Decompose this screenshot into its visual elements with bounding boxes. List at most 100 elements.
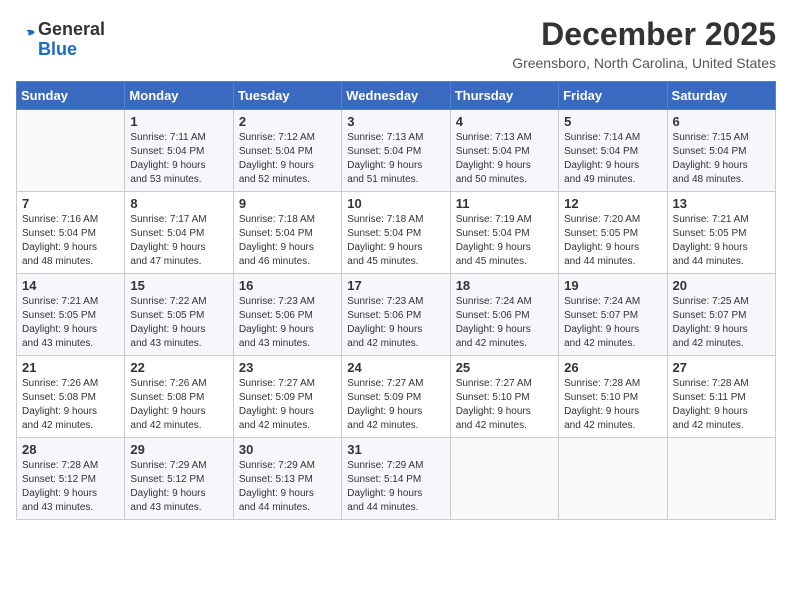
day-info: Sunrise: 7:26 AM Sunset: 5:08 PM Dayligh… bbox=[22, 377, 119, 433]
calendar-cell: 10 Sunrise: 7:18 AM Sunset: 5:04 PM Dayli… bbox=[342, 192, 450, 274]
day-number: 7 bbox=[22, 196, 119, 211]
day-info: Sunrise: 7:26 AM Sunset: 5:08 PM Dayligh… bbox=[130, 377, 227, 433]
calendar-cell: 4Sunrise: 7:13 AM Sunset: 5:04 PM Daylig… bbox=[450, 110, 558, 192]
day-info: Sunrise: 7:23 AM Sunset: 5:06 PM Dayligh… bbox=[239, 295, 336, 351]
day-info: Sunrise: 7:21 AM Sunset: 5:05 PM Dayligh… bbox=[673, 213, 770, 269]
week-row-3: 14 Sunrise: 7:21 AM Sunset: 5:05 PM Dayli… bbox=[17, 274, 776, 356]
day-info: Sunrise: 7:29 AM Sunset: 5:14 PM Dayligh… bbox=[347, 459, 444, 515]
day-info: Sunrise: 7:29 AM Sunset: 5:12 PM Dayligh… bbox=[130, 459, 227, 515]
day-info: Sunrise: 7:27 AM Sunset: 5:09 PM Dayligh… bbox=[347, 377, 444, 433]
calendar-cell: 1 Sunrise: 7:11 AM Sunset: 5:04 PM Daylig… bbox=[125, 110, 233, 192]
weekday-header-row: SundayMondayTuesdayWednesdayThursdayFrid… bbox=[17, 82, 776, 110]
day-info: Sunrise: 7:17 AM Sunset: 5:04 PM Dayligh… bbox=[130, 213, 227, 269]
week-row-5: 28 Sunrise: 7:28 AM Sunset: 5:12 PM Dayli… bbox=[17, 438, 776, 520]
calendar-cell: 5 Sunrise: 7:14 AM Sunset: 5:04 PM Daylig… bbox=[559, 110, 667, 192]
day-info: Sunrise: 7:22 AM Sunset: 5:05 PM Dayligh… bbox=[130, 295, 227, 351]
day-info: Sunrise: 7:13 AM Sunset: 5:04 PM Dayligh… bbox=[347, 131, 444, 187]
location-subtitle: Greensboro, North Carolina, United State… bbox=[512, 55, 776, 71]
weekday-header-thursday: Thursday bbox=[450, 82, 558, 110]
day-number: 6 bbox=[673, 114, 770, 129]
day-info: Sunrise: 7:27 AM Sunset: 5:10 PM Dayligh… bbox=[456, 377, 553, 433]
day-number: 16 bbox=[239, 278, 336, 293]
calendar-cell: 9 Sunrise: 7:18 AM Sunset: 5:04 PM Daylig… bbox=[233, 192, 341, 274]
day-number: 2 bbox=[239, 114, 336, 129]
day-info: Sunrise: 7:21 AM Sunset: 5:05 PM Dayligh… bbox=[22, 295, 119, 351]
weekday-header-monday: Monday bbox=[125, 82, 233, 110]
day-number: 18 bbox=[456, 278, 553, 293]
calendar-cell: 20Sunrise: 7:25 AM Sunset: 5:07 PM Dayli… bbox=[667, 274, 775, 356]
day-info: Sunrise: 7:29 AM Sunset: 5:13 PM Dayligh… bbox=[239, 459, 336, 515]
day-info: Sunrise: 7:27 AM Sunset: 5:09 PM Dayligh… bbox=[239, 377, 336, 433]
day-number: 9 bbox=[239, 196, 336, 211]
day-info: Sunrise: 7:15 AM Sunset: 5:04 PM Dayligh… bbox=[673, 131, 770, 187]
day-number: 26 bbox=[564, 360, 661, 375]
day-number: 14 bbox=[22, 278, 119, 293]
calendar-cell: 26 Sunrise: 7:28 AM Sunset: 5:10 PM Dayli… bbox=[559, 356, 667, 438]
day-info: Sunrise: 7:18 AM Sunset: 5:04 PM Dayligh… bbox=[347, 213, 444, 269]
day-number: 1 bbox=[130, 114, 227, 129]
day-number: 29 bbox=[130, 442, 227, 457]
month-year-title: December 2025 bbox=[512, 16, 776, 53]
logo-blue-text: Blue bbox=[38, 39, 77, 59]
day-info: Sunrise: 7:24 AM Sunset: 5:06 PM Dayligh… bbox=[456, 295, 553, 351]
week-row-4: 21 Sunrise: 7:26 AM Sunset: 5:08 PM Dayli… bbox=[17, 356, 776, 438]
calendar-cell bbox=[667, 438, 775, 520]
calendar-cell bbox=[450, 438, 558, 520]
day-info: Sunrise: 7:20 AM Sunset: 5:05 PM Dayligh… bbox=[564, 213, 661, 269]
calendar-cell: 31 Sunrise: 7:29 AM Sunset: 5:14 PM Dayli… bbox=[342, 438, 450, 520]
calendar-cell: 18 Sunrise: 7:24 AM Sunset: 5:06 PM Dayli… bbox=[450, 274, 558, 356]
calendar-cell: 21 Sunrise: 7:26 AM Sunset: 5:08 PM Dayli… bbox=[17, 356, 125, 438]
calendar-cell: 24 Sunrise: 7:27 AM Sunset: 5:09 PM Dayli… bbox=[342, 356, 450, 438]
calendar-cell: 30Sunrise: 7:29 AM Sunset: 5:13 PM Dayli… bbox=[233, 438, 341, 520]
day-number: 24 bbox=[347, 360, 444, 375]
weekday-header-saturday: Saturday bbox=[667, 82, 775, 110]
day-info: Sunrise: 7:28 AM Sunset: 5:12 PM Dayligh… bbox=[22, 459, 119, 515]
logo-bird-icon bbox=[18, 27, 38, 47]
day-number: 20 bbox=[673, 278, 770, 293]
calendar-cell: 13Sunrise: 7:21 AM Sunset: 5:05 PM Dayli… bbox=[667, 192, 775, 274]
calendar-cell bbox=[559, 438, 667, 520]
day-info: Sunrise: 7:24 AM Sunset: 5:07 PM Dayligh… bbox=[564, 295, 661, 351]
day-info: Sunrise: 7:12 AM Sunset: 5:04 PM Dayligh… bbox=[239, 131, 336, 187]
calendar-cell: 16 Sunrise: 7:23 AM Sunset: 5:06 PM Dayli… bbox=[233, 274, 341, 356]
day-info: Sunrise: 7:14 AM Sunset: 5:04 PM Dayligh… bbox=[564, 131, 661, 187]
calendar-cell: 14 Sunrise: 7:21 AM Sunset: 5:05 PM Dayli… bbox=[17, 274, 125, 356]
week-row-1: 1 Sunrise: 7:11 AM Sunset: 5:04 PM Daylig… bbox=[17, 110, 776, 192]
day-info: Sunrise: 7:28 AM Sunset: 5:11 PM Dayligh… bbox=[673, 377, 770, 433]
day-number: 21 bbox=[22, 360, 119, 375]
calendar-cell: 2 Sunrise: 7:12 AM Sunset: 5:04 PM Daylig… bbox=[233, 110, 341, 192]
calendar-cell: 12Sunrise: 7:20 AM Sunset: 5:05 PM Dayli… bbox=[559, 192, 667, 274]
weekday-header-tuesday: Tuesday bbox=[233, 82, 341, 110]
day-number: 4 bbox=[456, 114, 553, 129]
day-number: 31 bbox=[347, 442, 444, 457]
day-info: Sunrise: 7:28 AM Sunset: 5:10 PM Dayligh… bbox=[564, 377, 661, 433]
day-info: Sunrise: 7:11 AM Sunset: 5:04 PM Dayligh… bbox=[130, 131, 227, 187]
day-number: 28 bbox=[22, 442, 119, 457]
day-number: 22 bbox=[130, 360, 227, 375]
weekday-header-wednesday: Wednesday bbox=[342, 82, 450, 110]
day-info: Sunrise: 7:19 AM Sunset: 5:04 PM Dayligh… bbox=[456, 213, 553, 269]
calendar-cell: 8Sunrise: 7:17 AM Sunset: 5:04 PM Daylig… bbox=[125, 192, 233, 274]
day-number: 27 bbox=[673, 360, 770, 375]
calendar-cell: 11 Sunrise: 7:19 AM Sunset: 5:04 PM Dayli… bbox=[450, 192, 558, 274]
day-number: 11 bbox=[456, 196, 553, 211]
calendar-cell: 17 Sunrise: 7:23 AM Sunset: 5:06 PM Dayli… bbox=[342, 274, 450, 356]
day-number: 19 bbox=[564, 278, 661, 293]
calendar-cell: 7 Sunrise: 7:16 AM Sunset: 5:04 PM Daylig… bbox=[17, 192, 125, 274]
day-info: Sunrise: 7:18 AM Sunset: 5:04 PM Dayligh… bbox=[239, 213, 336, 269]
week-row-2: 7 Sunrise: 7:16 AM Sunset: 5:04 PM Daylig… bbox=[17, 192, 776, 274]
weekday-header-friday: Friday bbox=[559, 82, 667, 110]
calendar-cell: 22 Sunrise: 7:26 AM Sunset: 5:08 PM Dayli… bbox=[125, 356, 233, 438]
calendar-cell: 27 Sunrise: 7:28 AM Sunset: 5:11 PM Dayli… bbox=[667, 356, 775, 438]
day-number: 10 bbox=[347, 196, 444, 211]
title-area: December 2025 Greensboro, North Carolina… bbox=[512, 16, 776, 71]
logo: General Blue bbox=[16, 20, 105, 60]
day-number: 17 bbox=[347, 278, 444, 293]
weekday-header-sunday: Sunday bbox=[17, 82, 125, 110]
day-number: 23 bbox=[239, 360, 336, 375]
day-info: Sunrise: 7:23 AM Sunset: 5:06 PM Dayligh… bbox=[347, 295, 444, 351]
logo-general-text: General bbox=[38, 19, 105, 39]
day-info: Sunrise: 7:16 AM Sunset: 5:04 PM Dayligh… bbox=[22, 213, 119, 269]
calendar-cell: 15Sunrise: 7:22 AM Sunset: 5:05 PM Dayli… bbox=[125, 274, 233, 356]
day-number: 5 bbox=[564, 114, 661, 129]
